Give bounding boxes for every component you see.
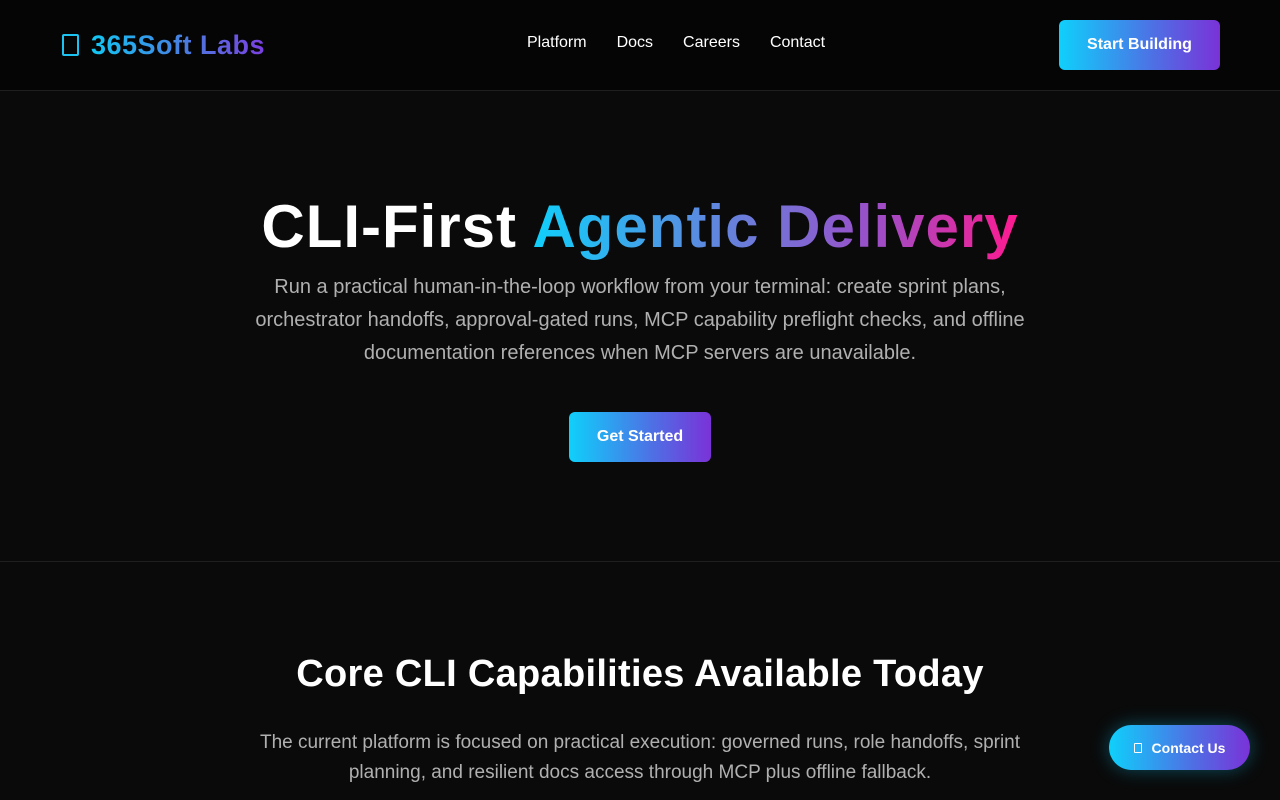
nav-contact[interactable]: Contact [770, 34, 825, 52]
nav-careers[interactable]: Careers [683, 34, 740, 52]
nav-platform[interactable]: Platform [527, 34, 587, 52]
site-header: 365Soft Labs Platform Docs Careers Conta… [0, 0, 1280, 91]
start-building-button[interactable]: Start Building [1059, 20, 1220, 70]
logo-icon [62, 34, 79, 56]
logo[interactable]: 365Soft Labs [62, 28, 265, 62]
contact-us-label: Contact Us [1151, 739, 1226, 756]
logo-text: 365Soft Labs [91, 29, 266, 60]
hero-description: Run a practical human-in-the-loop workfl… [255, 276, 1025, 364]
capabilities-description: The current platform is focused on pract… [259, 732, 1021, 783]
hero-title: CLI-First Agentic Delivery [0, 193, 1280, 261]
contact-us-button[interactable]: Contact Us [1109, 725, 1250, 770]
capabilities-title: Core CLI Capabilities Available Today [296, 653, 984, 695]
hero-title-plain: CLI-First [261, 193, 533, 260]
hero-section: CLI-First Agentic Delivery Run a practic… [0, 91, 1280, 562]
chat-icon [1133, 742, 1142, 753]
nav-docs[interactable]: Docs [617, 34, 653, 52]
hero-title-gradient: Agentic Delivery [532, 193, 1019, 260]
get-started-button[interactable]: Get Started [569, 412, 711, 462]
main-nav: Platform Docs Careers Contact [527, 34, 825, 52]
